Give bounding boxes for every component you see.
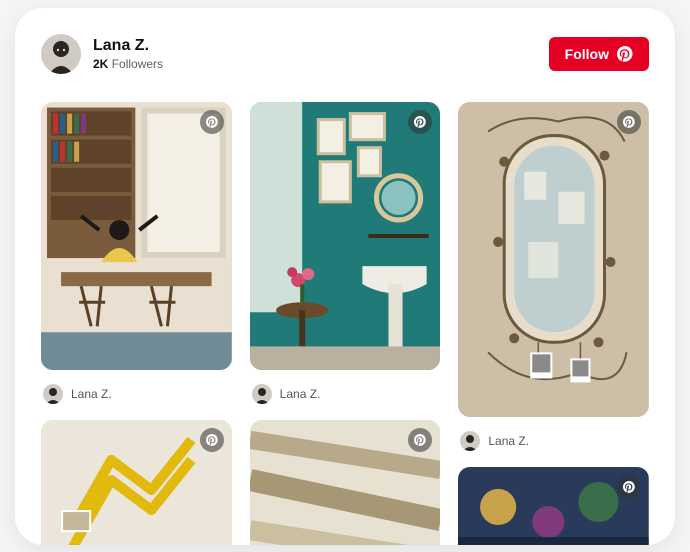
pinterest-icon — [617, 46, 633, 62]
pin[interactable] — [458, 102, 649, 417]
pin[interactable] — [41, 420, 232, 545]
followers-line: 2K Followers — [93, 57, 163, 71]
pin-image — [250, 102, 441, 370]
author-name: Lana Z. — [280, 387, 321, 401]
pin[interactable] — [458, 467, 649, 545]
profile-module: Lana Z. 2K Followers Follow — [15, 8, 675, 545]
avatar[interactable] — [41, 34, 81, 74]
pin-attribution[interactable]: Lana Z. — [250, 380, 441, 410]
pinterest-badge-icon[interactable] — [200, 110, 224, 134]
pinterest-badge-icon[interactable] — [617, 475, 641, 499]
pin-image — [41, 102, 232, 370]
pin[interactable] — [250, 102, 441, 370]
profile-text: Lana Z. 2K Followers — [93, 37, 163, 71]
pin[interactable] — [41, 102, 232, 370]
follow-button[interactable]: Follow — [549, 37, 649, 71]
grid-col-3: Lana Z. — [458, 102, 649, 545]
pin[interactable] — [250, 420, 441, 545]
author-avatar — [460, 431, 480, 451]
avatar-image — [41, 34, 81, 74]
grid-col-2: Lana Z. — [250, 102, 441, 545]
pin-attribution[interactable]: Lana Z. — [41, 380, 232, 410]
pin-image — [458, 102, 649, 417]
author-name: Lana Z. — [71, 387, 112, 401]
grid-col-1: Lana Z. — [41, 102, 232, 545]
author-name: Lana Z. — [488, 434, 529, 448]
author-avatar — [43, 384, 63, 404]
pinterest-badge-icon[interactable] — [617, 110, 641, 134]
author-avatar — [252, 384, 272, 404]
follow-button-label: Follow — [565, 46, 609, 62]
profile-block: Lana Z. 2K Followers — [41, 34, 163, 74]
profile-name[interactable]: Lana Z. — [93, 37, 163, 55]
followers-label: Followers — [112, 57, 163, 71]
pin-grid: Lana Z. — [41, 102, 649, 545]
header: Lana Z. 2K Followers Follow — [41, 34, 649, 74]
pinterest-badge-icon[interactable] — [200, 428, 224, 452]
pin-attribution[interactable]: Lana Z. — [458, 427, 649, 457]
followers-count: 2K — [93, 57, 108, 71]
